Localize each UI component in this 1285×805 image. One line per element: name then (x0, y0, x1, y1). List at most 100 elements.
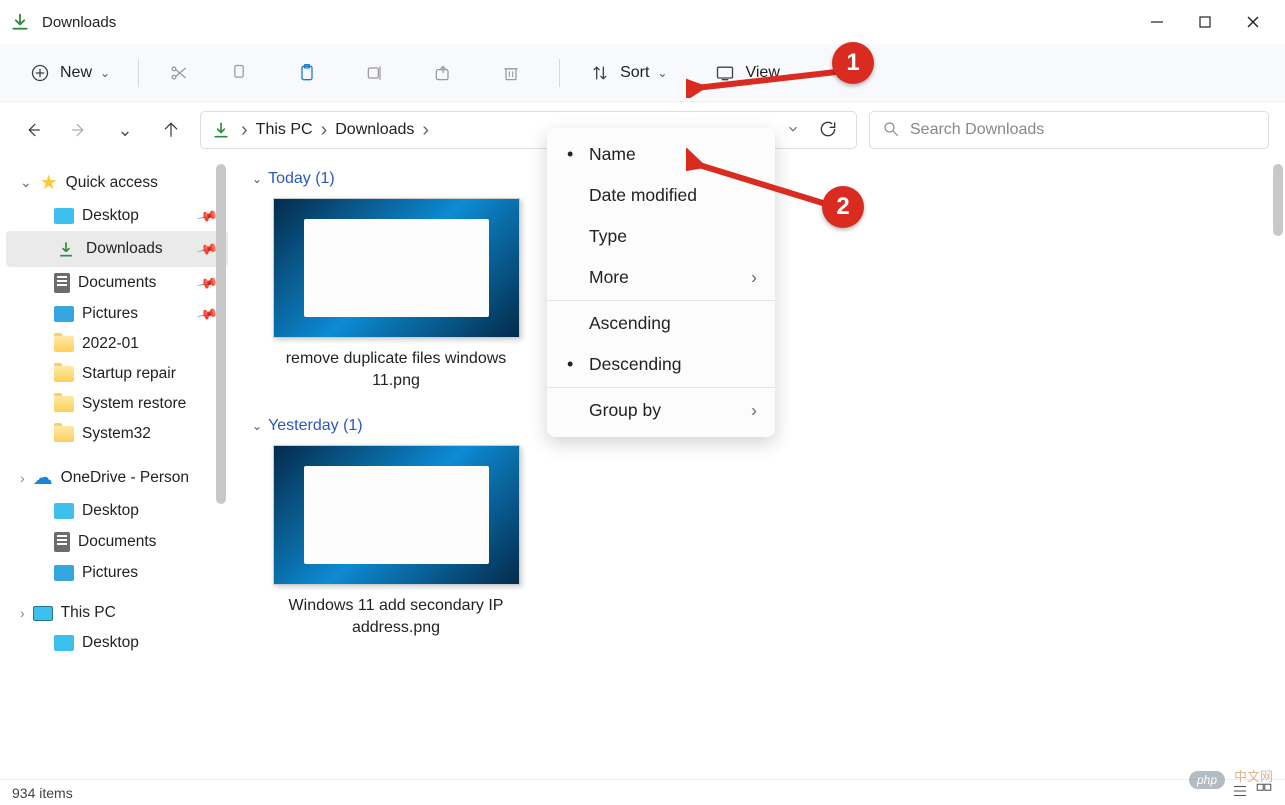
details-view-button[interactable] (1231, 782, 1249, 803)
thumbnails-view-button[interactable] (1255, 782, 1273, 803)
star-icon: ★ (40, 170, 58, 195)
document-icon (54, 273, 70, 293)
menu-item-label: Ascending (589, 313, 671, 334)
up-button[interactable] (154, 113, 188, 147)
sort-icon (588, 61, 612, 85)
sidebar-item-label: 2022-01 (82, 335, 139, 353)
group-header-label: Today (1) (268, 170, 335, 188)
copy-button[interactable] (209, 55, 269, 91)
sidebar-item-folder[interactable]: Startup repair (6, 359, 228, 389)
rename-icon (363, 61, 387, 85)
sidebar-item-desktop[interactable]: Desktop (6, 496, 228, 526)
content-scrollbar[interactable] (1273, 164, 1283, 236)
sidebar-item-label: This PC (61, 604, 116, 622)
file-thumbnail (273, 198, 520, 338)
sidebar-item-label: Documents (78, 274, 156, 292)
sidebar-item-onedrive[interactable]: › ☁ OneDrive - Person (6, 459, 228, 496)
maximize-button[interactable] (1181, 0, 1229, 44)
annotation-number: 2 (822, 186, 864, 228)
search-icon (882, 120, 900, 141)
sidebar-item-label: System32 (82, 425, 151, 443)
cut-button[interactable] (157, 55, 201, 91)
sidebar-item-documents[interactable]: Documents📌 (6, 267, 228, 299)
menu-item-label: Group by (589, 400, 661, 421)
sort-option-ascending[interactable]: Ascending (547, 303, 775, 344)
sort-option-more[interactable]: More› (547, 257, 775, 298)
chevron-down-icon[interactable]: ⌄ (20, 174, 32, 191)
share-icon (431, 61, 455, 85)
download-icon (54, 237, 78, 261)
minimize-button[interactable] (1133, 0, 1181, 44)
clipboard-icon (295, 61, 319, 85)
sidebar-item-label: Quick access (66, 174, 158, 192)
window-title: Downloads (42, 14, 116, 31)
chevron-right-icon[interactable]: › (241, 119, 248, 142)
address-dropdown[interactable] (786, 122, 800, 139)
search-box[interactable] (869, 111, 1269, 149)
sidebar-item-label: Downloads (86, 240, 163, 258)
sort-label: Sort (620, 64, 649, 82)
sidebar-item-label: Documents (78, 533, 156, 551)
sidebar-item-label: OneDrive - Person (61, 469, 189, 487)
chevron-down-icon: ⌄ (252, 419, 262, 433)
file-label: remove duplicate files windows 11.png (270, 348, 522, 393)
sidebar-item-downloads[interactable]: Downloads📌 (6, 231, 228, 267)
menu-separator (547, 387, 775, 388)
menu-item-label: More (589, 267, 629, 288)
forward-button[interactable] (62, 113, 96, 147)
sidebar-item-quick-access[interactable]: ⌄ ★ Quick access (6, 164, 228, 201)
search-input[interactable] (910, 121, 1256, 139)
breadcrumb-segment[interactable]: This PC (256, 121, 313, 139)
file-item[interactable]: remove duplicate files windows 11.png (270, 198, 522, 393)
sidebar-item-label: Pictures (82, 305, 138, 323)
chevron-right-icon[interactable]: › (422, 119, 429, 142)
sidebar-item-label: Desktop (82, 207, 139, 225)
back-button[interactable] (16, 113, 50, 147)
sidebar-item-pictures[interactable]: Pictures📌 (6, 299, 228, 329)
sort-option-type[interactable]: Type (547, 216, 775, 257)
folder-icon (54, 366, 74, 382)
plus-circle-icon (28, 61, 52, 85)
delete-button[interactable] (481, 55, 541, 91)
new-label: New (60, 64, 92, 82)
document-icon (54, 532, 70, 552)
chevron-down-icon: ⌄ (657, 66, 667, 80)
breadcrumb-segment[interactable]: Downloads (335, 121, 414, 139)
share-button[interactable] (413, 55, 473, 91)
folder-icon (54, 426, 74, 442)
sidebar-item-folder[interactable]: System restore (6, 389, 228, 419)
sidebar-item-documents[interactable]: Documents (6, 526, 228, 558)
chevron-right-icon[interactable]: › (321, 119, 328, 142)
file-item[interactable]: Windows 11 add secondary IP address.png (270, 445, 522, 640)
close-button[interactable] (1229, 0, 1277, 44)
pictures-icon (54, 306, 74, 322)
chevron-right-icon[interactable]: › (20, 605, 25, 621)
sidebar-item-desktop[interactable]: Desktop📌 (6, 201, 228, 231)
file-label: Windows 11 add secondary IP address.png (270, 595, 522, 640)
sort-button[interactable]: Sort ⌄ (578, 55, 677, 91)
desktop-icon (54, 635, 74, 651)
pictures-icon (54, 565, 74, 581)
sort-option-descending[interactable]: Descending (547, 344, 775, 385)
watermark-badge: php (1189, 771, 1225, 789)
rename-button[interactable] (345, 55, 405, 91)
refresh-button[interactable] (818, 119, 838, 142)
sort-option-group-by[interactable]: Group by › (547, 390, 775, 431)
watermark-text: 中文网 (1234, 766, 1273, 785)
paste-button[interactable] (277, 55, 337, 91)
sidebar-item-folder[interactable]: 2022-01 (6, 329, 228, 359)
file-thumbnail (273, 445, 520, 585)
sidebar: ⌄ ★ Quick access Desktop📌 Downloads📌 Doc… (0, 158, 228, 779)
annotation-arrow (686, 148, 836, 218)
desktop-icon (54, 208, 74, 224)
sidebar-scrollbar[interactable] (216, 164, 226, 504)
sidebar-item-this-pc[interactable]: › This PC (6, 598, 228, 628)
recent-button[interactable]: ⌄ (108, 113, 142, 147)
sidebar-item-folder[interactable]: System32 (6, 419, 228, 449)
chevron-right-icon[interactable]: › (20, 470, 25, 486)
chevron-right-icon: › (751, 400, 757, 421)
sidebar-item-desktop[interactable]: Desktop (6, 628, 228, 658)
sidebar-item-pictures[interactable]: Pictures (6, 558, 228, 588)
new-button[interactable]: New ⌄ (18, 55, 120, 91)
downloads-app-icon (8, 10, 32, 34)
